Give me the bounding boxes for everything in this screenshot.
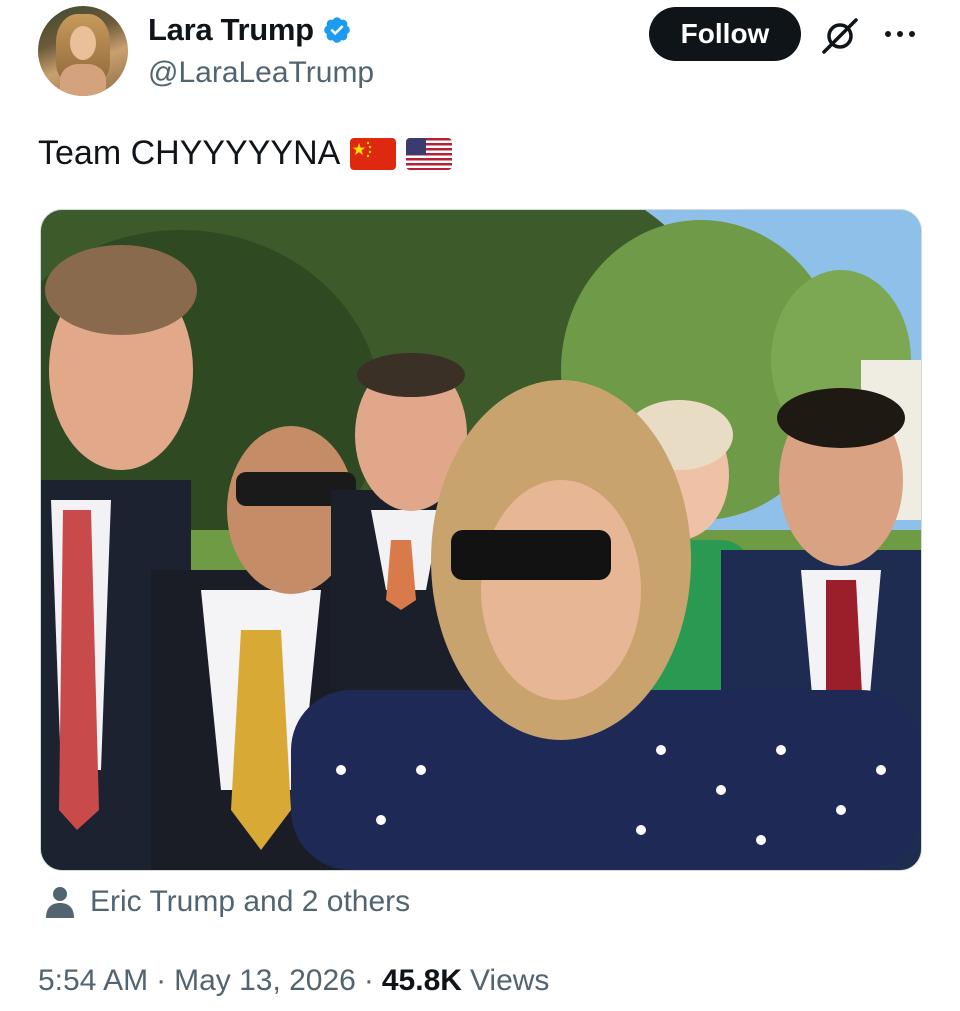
views-count: 45.8K bbox=[381, 964, 462, 997]
tweet-text: Team CHYYYYYNA bbox=[38, 134, 453, 173]
meta-separator: · bbox=[156, 964, 167, 997]
group-selfie-photo bbox=[41, 210, 921, 870]
display-name[interactable]: Lara Trump bbox=[148, 12, 314, 48]
meta-separator: · bbox=[363, 964, 374, 997]
views-label: Views bbox=[469, 964, 550, 997]
verified-badge-icon bbox=[324, 17, 350, 43]
tweet-date[interactable]: May 13, 2026 bbox=[174, 964, 356, 998]
usa-flag-icon bbox=[406, 137, 453, 170]
more-horizontal-icon[interactable] bbox=[880, 14, 920, 54]
avatar[interactable] bbox=[38, 6, 128, 96]
tweet-header: Lara Trump @LaraLeaTrump Follow bbox=[0, 0, 960, 110]
author-name-row[interactable]: Lara Trump bbox=[148, 12, 352, 48]
china-flag-icon bbox=[350, 137, 397, 170]
grok-icon[interactable] bbox=[818, 14, 862, 58]
tweet-time[interactable]: 5:54 AM bbox=[38, 964, 148, 998]
tweet-text-content: Team CHYYYYYNA bbox=[38, 134, 341, 172]
tweet-photo[interactable] bbox=[40, 209, 922, 871]
tagged-users-label[interactable]: Eric Trump and 2 others bbox=[90, 885, 410, 919]
follow-button[interactable]: Follow bbox=[649, 7, 801, 61]
tweet-meta: 5:54 AM · May 13, 2026 · 45.8K Views bbox=[38, 964, 549, 998]
tagged-users[interactable]: Eric Trump and 2 others bbox=[42, 884, 410, 920]
author-handle[interactable]: @LaraLeaTrump bbox=[148, 56, 374, 90]
person-icon bbox=[46, 887, 74, 918]
